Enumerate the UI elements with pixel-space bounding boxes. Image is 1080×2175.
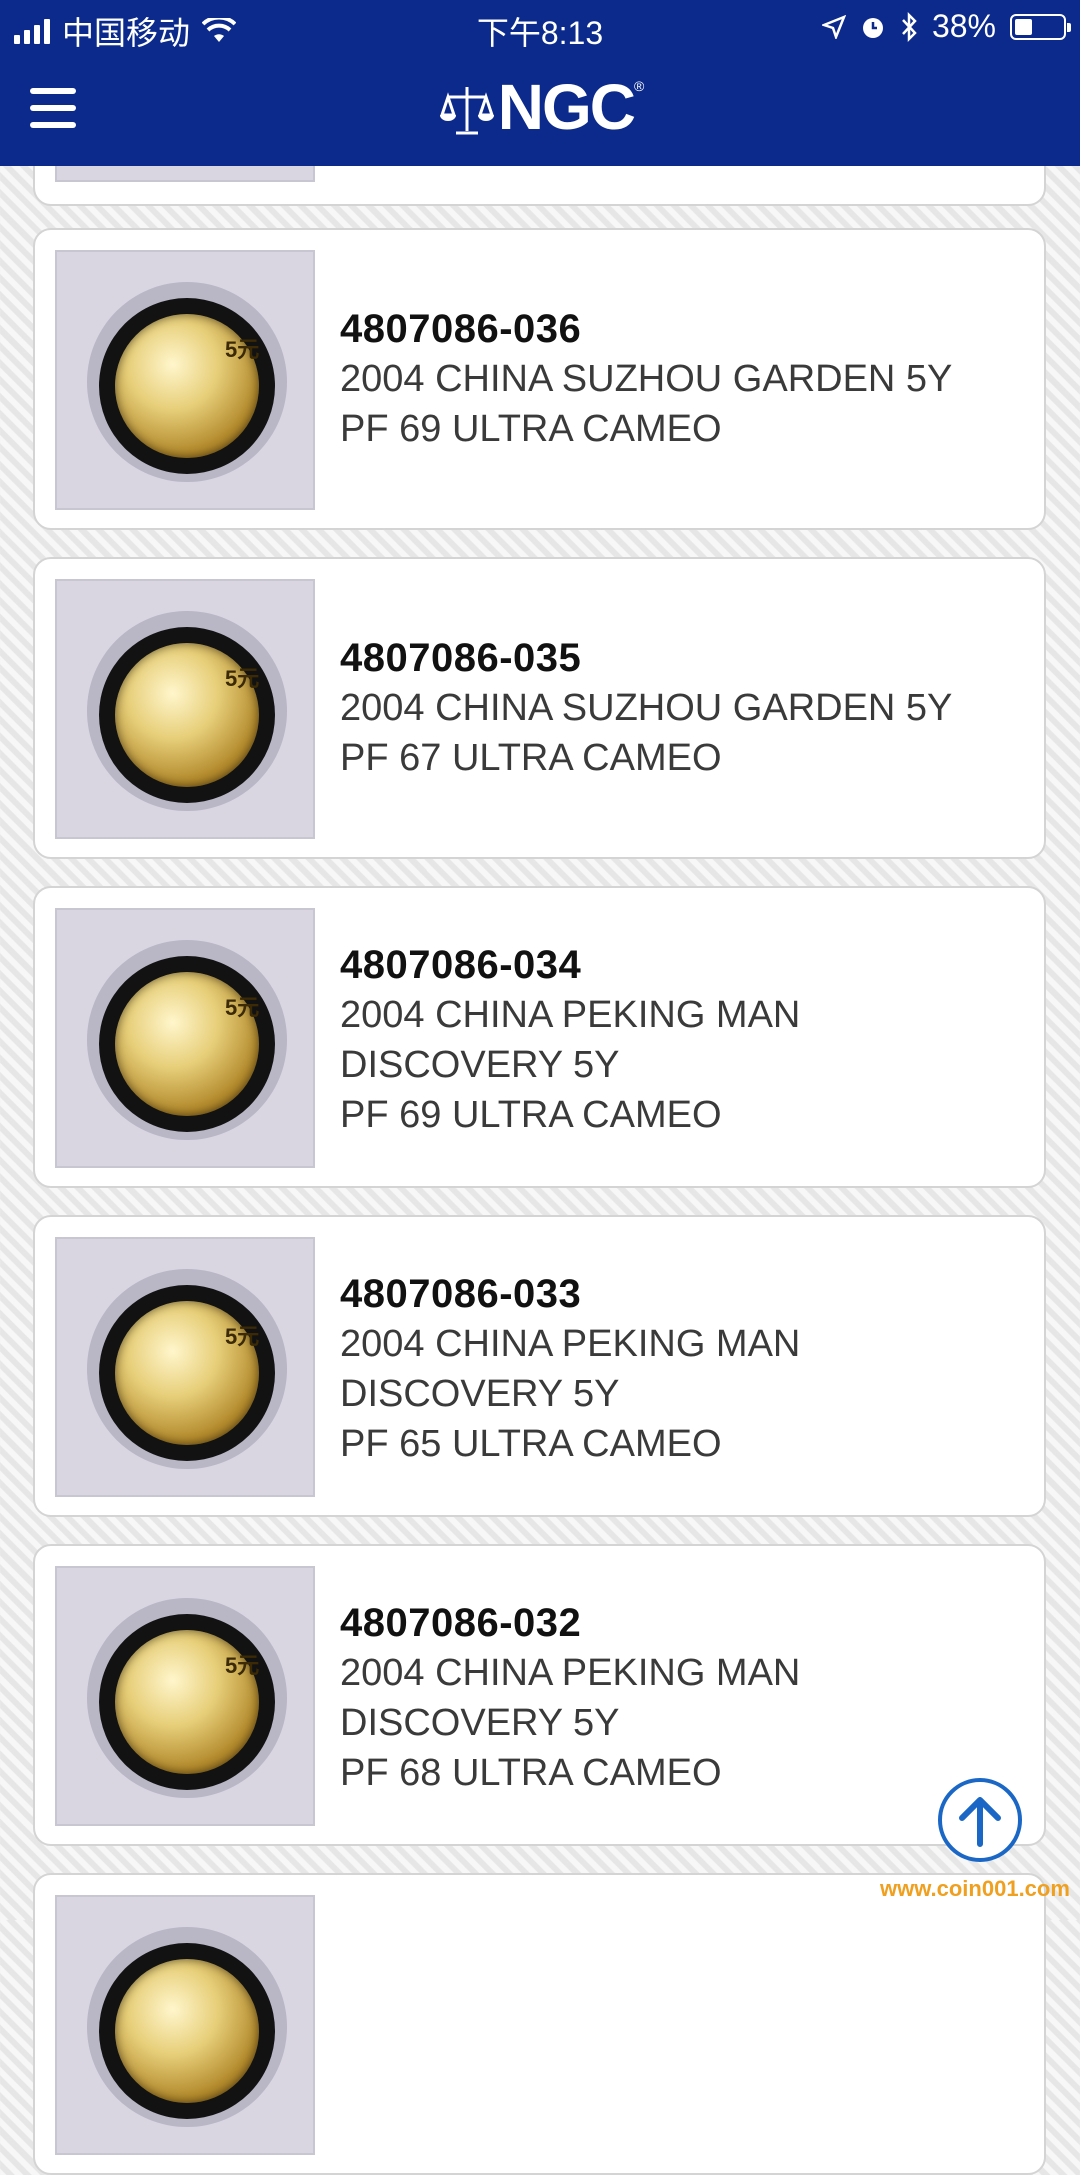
coin-denomination-mark: 5元 <box>225 995 260 1020</box>
coin-grade: PF 69 ULTRA CAMEO <box>340 408 722 450</box>
alarm-clock-icon <box>862 17 883 38</box>
location-arrow-icon <box>821 14 846 39</box>
coin-card[interactable]: 5元 4807086-032 2004 CHINA PEKING MAN DIS… <box>33 1544 1046 1846</box>
coin-grade: PF 69 ULTRA CAMEO <box>340 1094 722 1136</box>
coin-denomination-mark: 5元 <box>225 337 260 362</box>
coin-card[interactable]: 5元 4807086-034 2004 CHINA PEKING MAN DIS… <box>33 886 1046 1188</box>
scales-logo-icon <box>439 87 494 135</box>
coin-thumbnail: 5元 <box>55 908 315 1168</box>
coin-card-partial[interactable] <box>33 1873 1046 2175</box>
coin-thumbnail: 5元 <box>55 579 315 839</box>
arrow-up-circle-icon <box>959 1797 1001 1847</box>
coin-thumbnail: 5元 <box>55 1237 315 1497</box>
coin-description: 2004 CHINA SUZHOU GARDEN 5Y <box>340 687 953 729</box>
coin-card[interactable]: 5元 4807086-036 2004 CHINA SUZHOU GARDEN … <box>33 228 1046 530</box>
battery-percent: 38% <box>931 8 996 44</box>
scroll-to-top-button[interactable] <box>938 1778 1022 1862</box>
watermark-text: www.coin001.com <box>880 1876 1070 1901</box>
cert-number: 4807086-034 <box>340 943 582 987</box>
cert-number: 4807086-032 <box>340 1601 582 1645</box>
coin-denomination-mark: 5元 <box>225 666 260 691</box>
cert-number: 4807086-033 <box>340 1272 582 1316</box>
coin-denomination-mark: 5元 <box>225 1653 260 1678</box>
coin-description: 2004 CHINA PEKING MAN DISCOVERY 5Y <box>340 994 801 1086</box>
status-bar: 中国移动 下午8:13 38% <box>0 0 1080 54</box>
coin-card[interactable]: 5元 4807086-033 2004 CHINA PEKING MAN DIS… <box>33 1215 1046 1517</box>
cert-number: 4807086-036 <box>340 307 582 351</box>
battery-icon <box>1010 13 1071 40</box>
coin-description: 2004 CHINA PEKING MAN DISCOVERY 5Y <box>340 1323 801 1415</box>
coin-grade: PF 65 ULTRA CAMEO <box>340 1423 722 1465</box>
coin-description: 2004 CHINA SUZHOU GARDEN 5Y <box>340 358 953 400</box>
bluetooth-icon <box>902 11 917 42</box>
ngc-logo: NGC® <box>0 70 1080 144</box>
cert-number: 4807086-035 <box>340 636 582 680</box>
logo-text: NGC <box>497 71 636 143</box>
coin-grade: PF 68 ULTRA CAMEO <box>340 1752 722 1794</box>
registered-mark: ® <box>633 78 644 94</box>
coin-grade: PF 67 ULTRA CAMEO <box>340 737 722 779</box>
coin-thumbnail: 5元 <box>55 250 315 510</box>
coin-card[interactable]: 5元 4807086-035 2004 CHINA SUZHOU GARDEN … <box>33 557 1046 859</box>
coin-thumbnail <box>55 1895 315 2155</box>
coin-denomination-mark: 5元 <box>225 1324 260 1349</box>
coin-thumbnail: 5元 <box>55 1566 315 1826</box>
coin-description: 2004 CHINA PEKING MAN DISCOVERY 5Y <box>340 1652 801 1744</box>
app-header: 中国移动 下午8:13 38% NGC® <box>0 0 1080 166</box>
